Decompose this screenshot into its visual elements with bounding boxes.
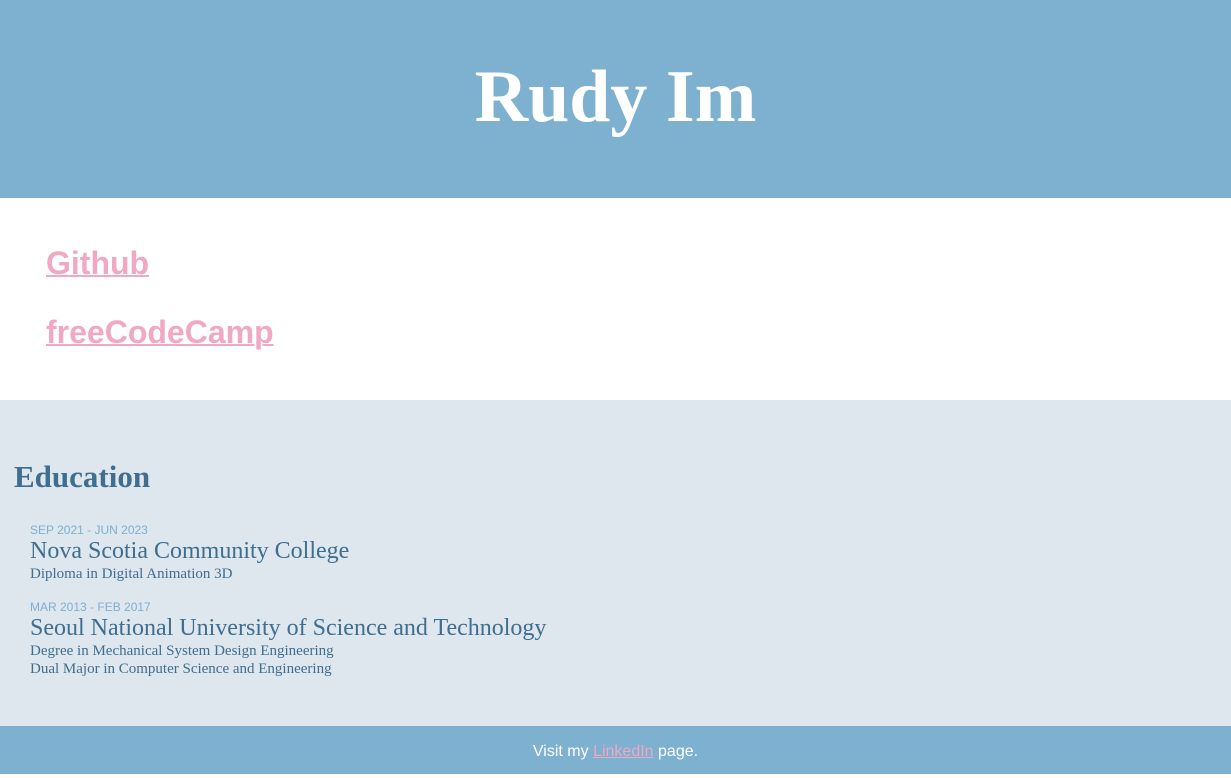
education-detail: Degree in Mechanical System Design Engin… bbox=[30, 643, 334, 659]
footer-prefix-text: Visit my bbox=[532, 743, 589, 760]
school-name: Nova Scotia Community College bbox=[30, 538, 350, 564]
education-detail: Diploma in Digital Animation 3D bbox=[30, 566, 233, 582]
school-name: Seoul National University of Science and… bbox=[30, 615, 547, 641]
footer-suffix-text: page. bbox=[658, 743, 699, 760]
education-dates: MAR 2013 - FEB 2017 bbox=[30, 600, 151, 614]
education-detail: Dual Major in Computer Science and Engin… bbox=[30, 661, 332, 677]
page-footer: Visit my LinkedIn page. bbox=[0, 726, 1231, 774]
education-dates: SEP 2021 - JUN 2023 bbox=[30, 523, 148, 537]
education-heading: Education bbox=[14, 459, 151, 494]
education-section: Education SEP 2021 - JUN 2023 Nova Scoti… bbox=[0, 400, 1231, 726]
freecodecamp-link[interactable]: freeCodeCamp bbox=[46, 314, 274, 350]
page-header: Rudy Im bbox=[0, 0, 1231, 198]
page-title: Rudy Im bbox=[474, 56, 757, 138]
profile-links: Github freeCodeCamp bbox=[0, 198, 1231, 400]
education-entry: MAR 2013 - FEB 2017 Seoul National Unive… bbox=[30, 600, 546, 678]
education-entry: SEP 2021 - JUN 2023 Nova Scotia Communit… bbox=[30, 523, 349, 583]
linkedin-link[interactable]: LinkedIn bbox=[593, 743, 654, 760]
github-link[interactable]: Github bbox=[46, 245, 149, 281]
